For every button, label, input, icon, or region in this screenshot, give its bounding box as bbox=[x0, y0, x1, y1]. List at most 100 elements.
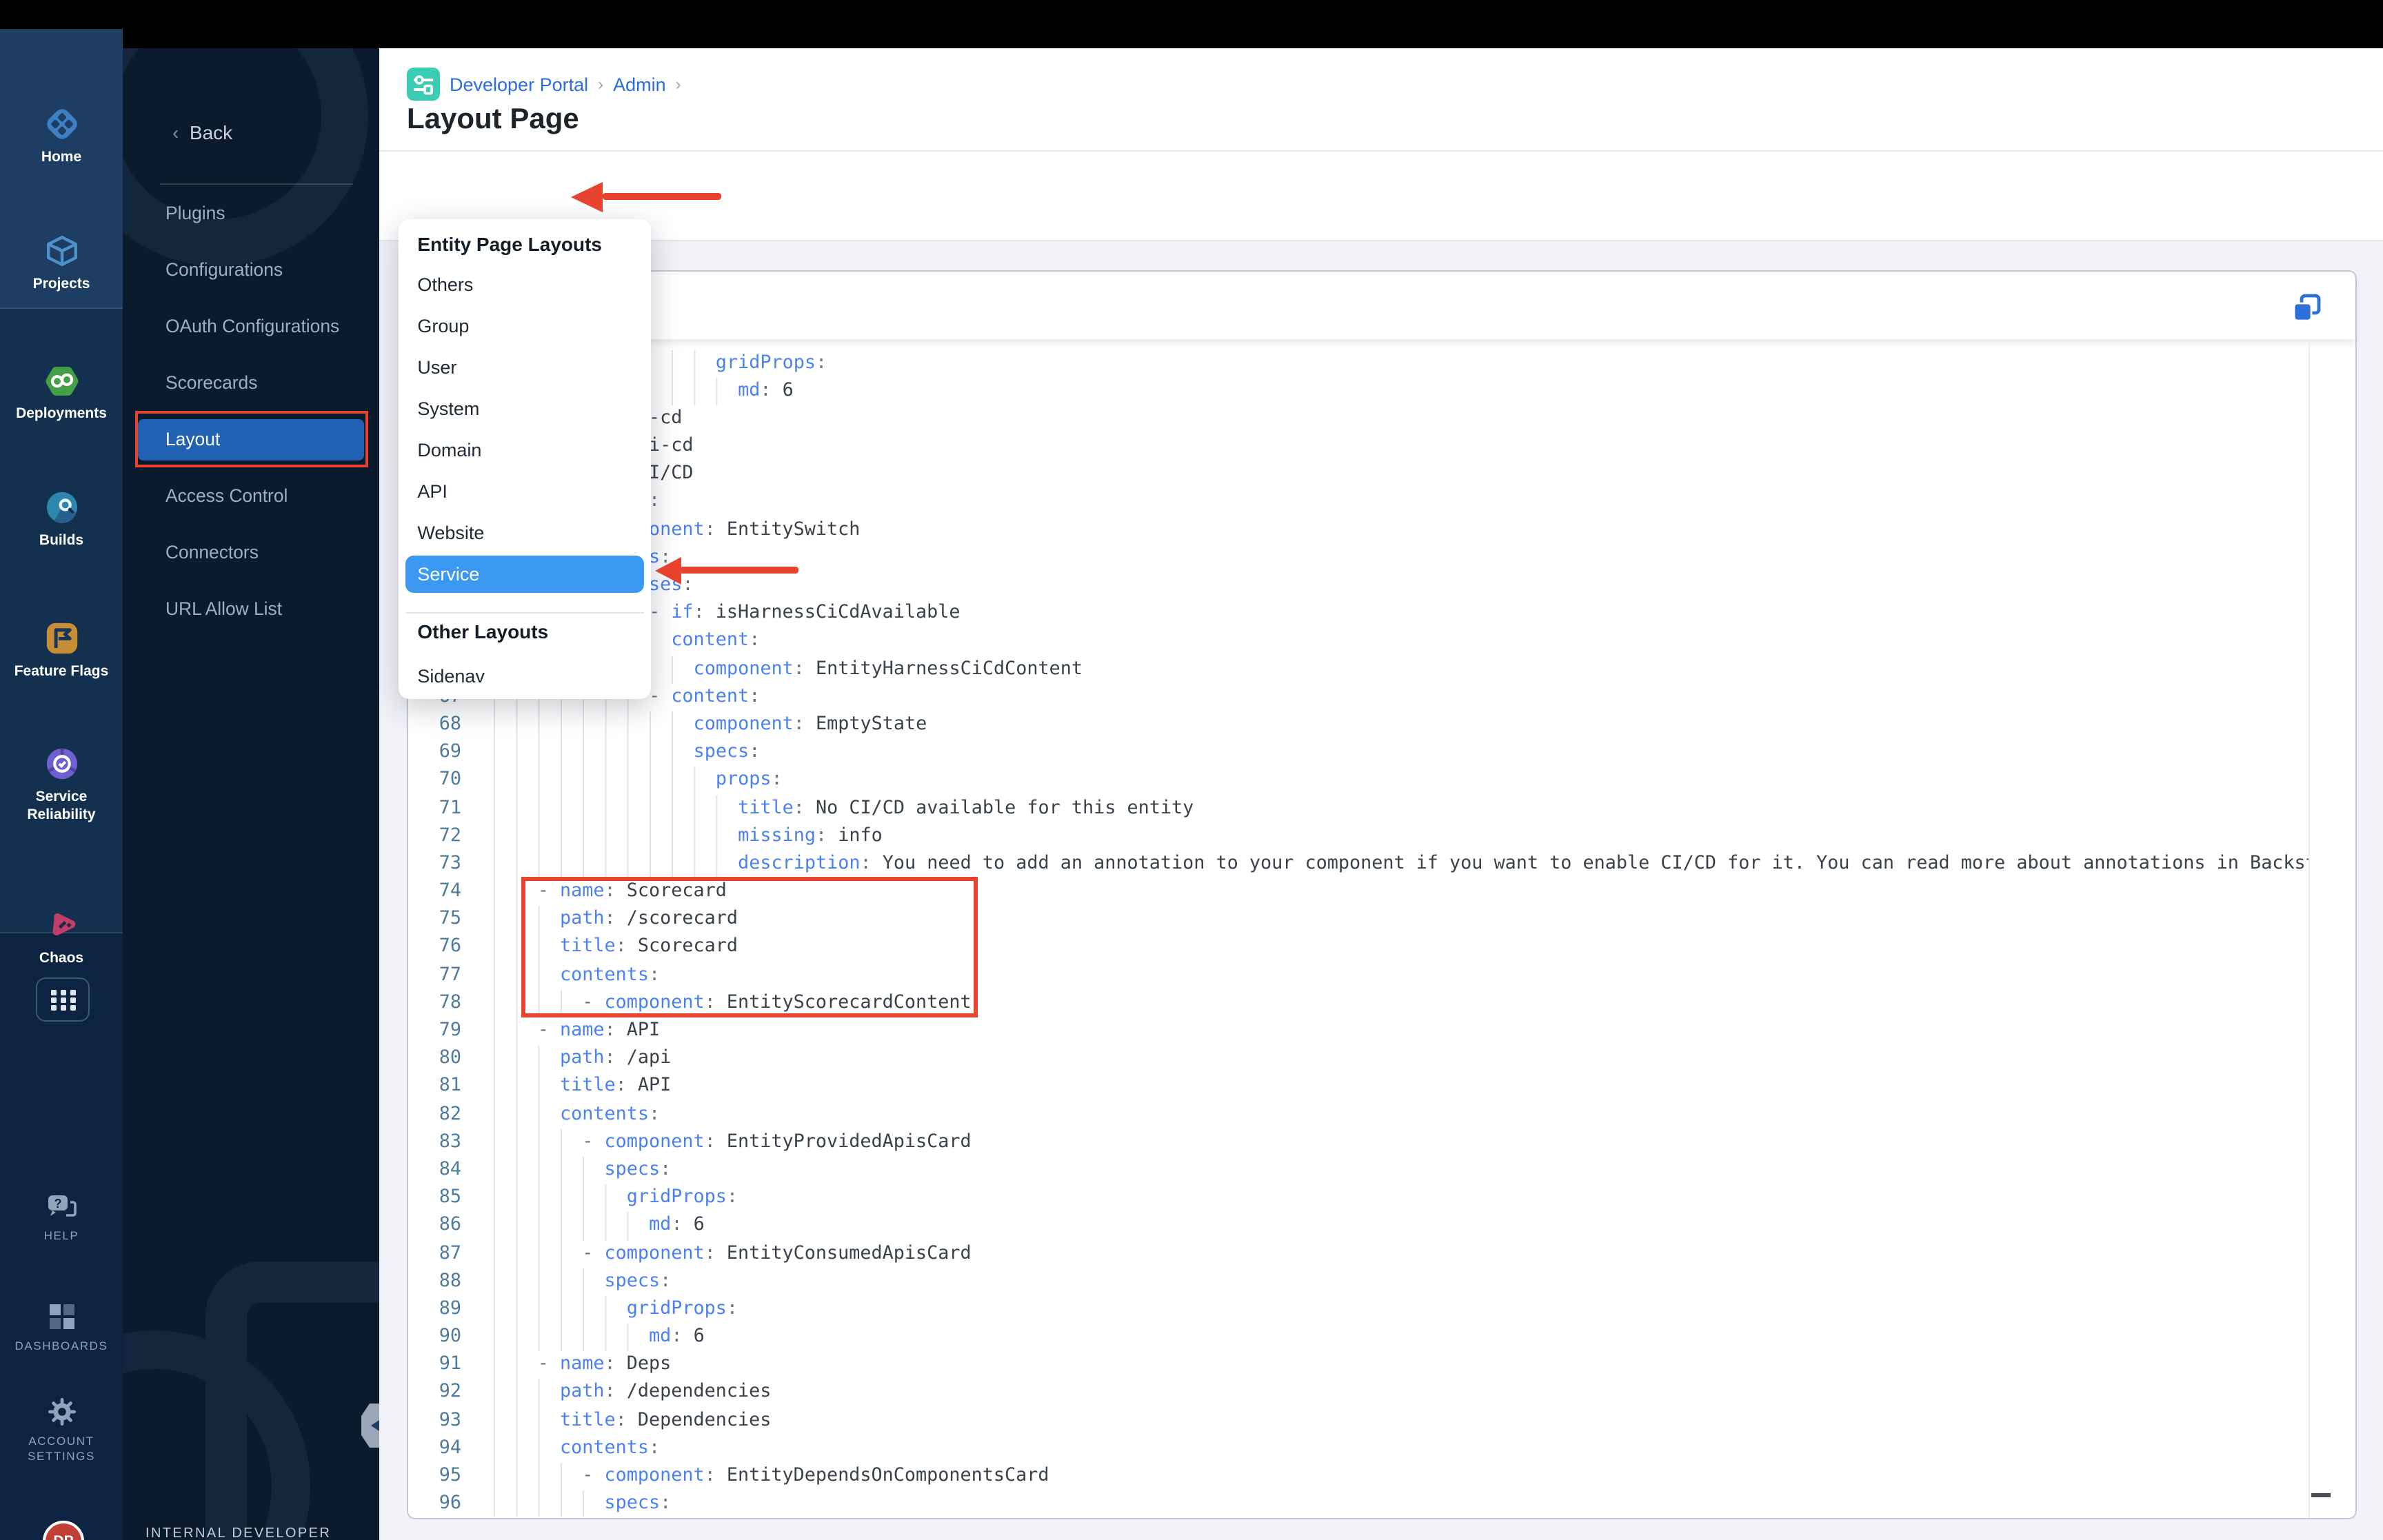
code-line-68[interactable]: 68 component: EmptyState bbox=[408, 711, 2309, 740]
editor-scrollbar-thumb[interactable] bbox=[2311, 1492, 2331, 1497]
line-number: 90 bbox=[439, 1326, 461, 1348]
line-number: 86 bbox=[439, 1215, 461, 1236]
rail-item-label: DASHBOARDS bbox=[14, 1339, 108, 1352]
yaml-tokens: specs: bbox=[604, 1159, 672, 1180]
code-line-61[interactable]: 61- component: EntitySwitch bbox=[408, 516, 2309, 545]
page-header: Developer Portal › Admin › Layout Page bbox=[379, 48, 2383, 152]
code-line-96[interactable]: 96 specs: bbox=[408, 1490, 2309, 1516]
code-line-91[interactable]: 91 - name: Deps bbox=[408, 1351, 2309, 1379]
code-line-89[interactable]: 89 gridProps: bbox=[408, 1295, 2309, 1324]
rail-item-dashboards[interactable]: DASHBOARDS bbox=[0, 1300, 123, 1354]
menu-item-system[interactable]: System bbox=[405, 390, 643, 427]
sidebar-item-plugins[interactable]: Plugins bbox=[138, 193, 364, 234]
copy-icon[interactable] bbox=[2292, 293, 2322, 323]
code-line-64[interactable]: 64- if: isHarnessCiCdAvailable bbox=[408, 600, 2309, 628]
service-reliability-icon bbox=[0, 744, 123, 783]
indent-guides bbox=[493, 1212, 650, 1240]
indent-guides bbox=[493, 1324, 650, 1352]
code-line-74[interactable]: 74 - name: Scorecard bbox=[408, 878, 2309, 906]
rail-item-chaos[interactable]: Chaos bbox=[0, 906, 123, 967]
feature-flags-icon bbox=[0, 619, 123, 658]
back-label: Back bbox=[189, 121, 233, 143]
code-line-93[interactable]: 93 title: Dependencies bbox=[408, 1407, 2309, 1435]
code-line-71[interactable]: 71 title: No CI/CD available for this ent… bbox=[408, 795, 2309, 823]
menu-item-service[interactable]: Service bbox=[405, 556, 644, 594]
yaml-tokens: - name: Scorecard bbox=[537, 881, 727, 902]
code-line-72[interactable]: 72 missing: info bbox=[408, 822, 2309, 851]
rail-item-label: Chaos bbox=[39, 950, 84, 966]
menu-item-group[interactable]: Group bbox=[405, 307, 643, 344]
breadcrumb-developer-portal[interactable]: Developer Portal bbox=[450, 74, 588, 94]
code-line-75[interactable]: 75 path: /scorecard bbox=[408, 906, 2309, 934]
menu-item-user[interactable]: User bbox=[405, 348, 643, 385]
menu-item-domain[interactable]: Domain bbox=[405, 432, 643, 469]
menu-item-sidenav[interactable]: Sidenav bbox=[405, 658, 643, 695]
line-number: 93 bbox=[439, 1410, 461, 1431]
editor-header bbox=[408, 271, 2355, 339]
code-line-83[interactable]: 83 - component: EntityProvidedApisCard bbox=[408, 1128, 2309, 1157]
code-line-85[interactable]: 85 gridProps: bbox=[408, 1184, 2309, 1213]
sidebar-item-connectors[interactable]: Connectors bbox=[138, 532, 364, 574]
yaml-tokens: gridProps: bbox=[626, 1298, 738, 1319]
menu-item-others[interactable]: Others bbox=[405, 265, 643, 303]
yaml-tokens: title: No CI/CD available for this entit… bbox=[738, 798, 1194, 818]
breadcrumb-admin[interactable]: Admin bbox=[613, 74, 666, 94]
code-line-56[interactable]: 56md: 6 bbox=[408, 377, 2309, 405]
code-line-69[interactable]: 69 specs: bbox=[408, 739, 2309, 767]
code-line-86[interactable]: 86 md: 6 bbox=[408, 1212, 2309, 1240]
sidebar-item-access-control[interactable]: Access Control bbox=[138, 476, 364, 517]
code-line-57[interactable]: 57- name: ci-cd bbox=[408, 405, 2309, 434]
code-line-65[interactable]: 65content: bbox=[408, 627, 2309, 656]
sidebar-item-url-allow-list[interactable]: URL Allow List bbox=[138, 589, 364, 630]
rail-item-service-reliability[interactable]: Service Reliability bbox=[0, 744, 123, 823]
back-button[interactable]: ‹ Back bbox=[172, 121, 232, 143]
sidebar-item-layout[interactable]: Layout bbox=[138, 419, 364, 460]
code-line-79[interactable]: 79 - name: API bbox=[408, 1017, 2309, 1046]
code-line-81[interactable]: 81 title: API bbox=[408, 1073, 2309, 1102]
line-number: 71 bbox=[439, 798, 461, 818]
rail-item-label: Feature Flags bbox=[14, 663, 109, 680]
menu-item-website[interactable]: Website bbox=[405, 514, 643, 551]
code-line-95[interactable]: 95 - component: EntityDependsOnComponents… bbox=[408, 1463, 2309, 1491]
indent-guides bbox=[493, 1379, 560, 1408]
sidebar-item-scorecards[interactable]: Scorecards bbox=[138, 363, 364, 404]
rail-item-label: Projects bbox=[32, 276, 90, 292]
code-line-60[interactable]: 60contents: bbox=[408, 488, 2309, 517]
code-line-92[interactable]: 92 path: /dependencies bbox=[408, 1379, 2309, 1408]
rail-item-deployments[interactable]: Deployments bbox=[0, 361, 123, 423]
code-line-66[interactable]: 66component: EntityHarnessCiCdContent bbox=[408, 656, 2309, 684]
rail-item-help[interactable]: ? HELP bbox=[0, 1193, 123, 1244]
code-line-90[interactable]: 90 md: 6 bbox=[408, 1324, 2309, 1352]
rail-item-feature-flags[interactable]: Feature Flags bbox=[0, 619, 123, 680]
sidebar-item-oauth-configurations[interactable]: OAuth Configurations bbox=[138, 306, 364, 347]
rail-item-home[interactable]: Home bbox=[0, 105, 123, 166]
code-line-58[interactable]: 58path: /ci-cd bbox=[408, 433, 2309, 461]
code-line-76[interactable]: 76 title: Scorecard bbox=[408, 933, 2309, 962]
line-number: 83 bbox=[439, 1131, 461, 1153]
sidebar-item-configurations[interactable]: Configurations bbox=[138, 250, 364, 291]
module-grid-button[interactable] bbox=[36, 977, 90, 1022]
code-line-55[interactable]: 55gridProps: bbox=[408, 349, 2309, 378]
code-line-70[interactable]: 70 props: bbox=[408, 767, 2309, 795]
code-line-80[interactable]: 80 path: /api bbox=[408, 1045, 2309, 1073]
yaml-tokens: gridProps: bbox=[626, 1187, 738, 1208]
code-line-67[interactable]: 67- content: bbox=[408, 683, 2309, 711]
yaml-tokens: - content: bbox=[649, 686, 761, 707]
code-line-77[interactable]: 77 contents: bbox=[408, 962, 2309, 990]
code-line-63[interactable]: 63cases: bbox=[408, 572, 2309, 600]
menu-item-api[interactable]: API bbox=[405, 473, 643, 510]
brand-line1: INTERNAL DEVELOPER bbox=[145, 1526, 332, 1540]
code-line-73[interactable]: 73 description: You need to add an annota… bbox=[408, 850, 2309, 879]
code-line-94[interactable]: 94 contents: bbox=[408, 1435, 2309, 1463]
yaml-code-area[interactable]: 55gridProps:56md: 657- name: ci-cd58path… bbox=[408, 339, 2309, 1516]
rail-item-builds[interactable]: Builds bbox=[0, 488, 123, 549]
code-line-84[interactable]: 84 specs: bbox=[408, 1156, 2309, 1185]
code-line-62[interactable]: 62specs: bbox=[408, 544, 2309, 572]
code-line-87[interactable]: 87 - component: EntityConsumedApisCard bbox=[408, 1240, 2309, 1268]
rail-item-projects[interactable]: Projects bbox=[0, 232, 123, 293]
code-line-78[interactable]: 78 - component: EntityScorecardContent bbox=[408, 989, 2309, 1017]
code-line-82[interactable]: 82 contents: bbox=[408, 1101, 2309, 1129]
rail-item-account-settings[interactable]: ACCOUNT SETTINGS bbox=[0, 1395, 123, 1464]
code-line-59[interactable]: 59title: CI/CD bbox=[408, 460, 2309, 489]
code-line-88[interactable]: 88 specs: bbox=[408, 1268, 2309, 1296]
